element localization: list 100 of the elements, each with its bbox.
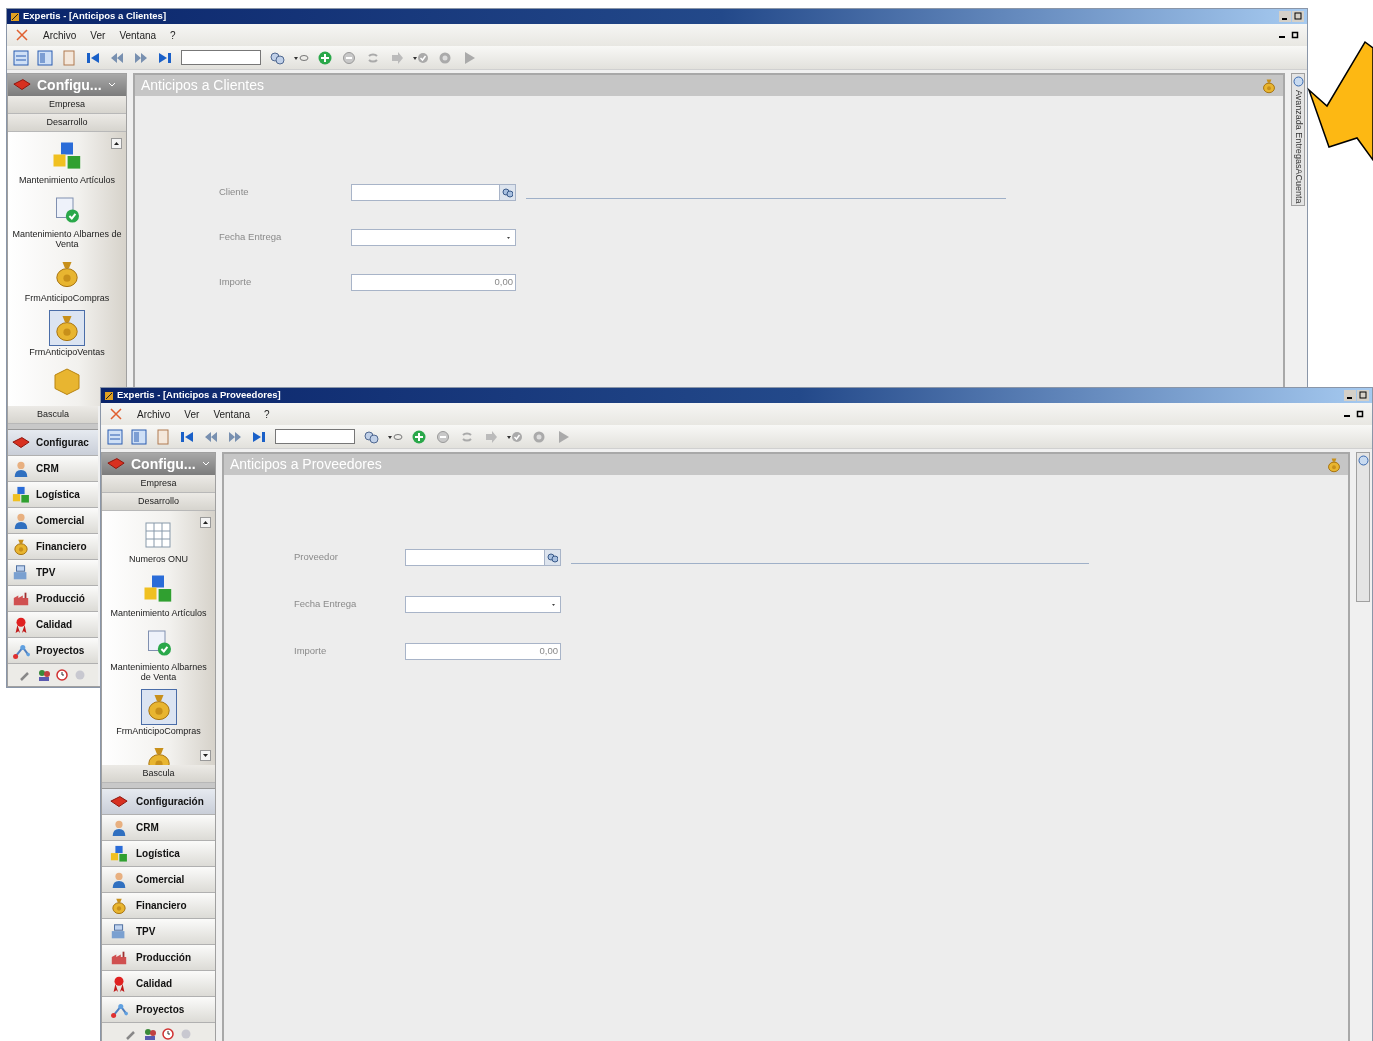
search-icon [1357, 455, 1369, 466]
module-button[interactable]: Comercial [102, 867, 215, 893]
item-icon-frame[interactable] [49, 309, 85, 346]
module-button[interactable]: Calidad [8, 612, 98, 638]
menu-item[interactable]: Ventana [119, 27, 157, 43]
box-icon [52, 366, 82, 397]
module-label: Proyectos [36, 644, 85, 658]
scroll-up-icon[interactable] [111, 138, 122, 149]
side-tab[interactable] [1356, 452, 1370, 602]
detail-view-icon[interactable] [37, 49, 53, 66]
item-label[interactable]: Mantenimiento Artículos [18, 176, 115, 186]
item-label[interactable]: FrmAnticipoCompras [116, 726, 201, 737]
add-icon[interactable] [317, 49, 333, 66]
module-button[interactable]: Calidad [102, 971, 215, 997]
side-tab[interactable]: Avanzada EntregasACuenta [1291, 73, 1305, 207]
field-label: Importe [219, 275, 253, 290]
group-button[interactable]: Desarrollo [102, 493, 215, 511]
maximize-icon[interactable] [1357, 390, 1369, 401]
search-field[interactable] [275, 429, 355, 444]
cubes-icon [12, 485, 30, 504]
group-button[interactable]: Bascula [8, 406, 98, 424]
search-icon[interactable] [502, 187, 513, 198]
people-icon[interactable] [142, 1027, 157, 1041]
menu-item[interactable]: Ver [90, 27, 106, 43]
module-button[interactable]: CRM [8, 456, 98, 482]
module-button[interactable]: Financiero [102, 893, 215, 919]
window-title: Expertis - [Anticipos a Proveedores] [117, 388, 281, 403]
item-label[interactable]: Mantenimiento Albarnes de Venta [105, 662, 212, 683]
number-field[interactable]: 0,00 [351, 274, 516, 291]
search-field[interactable] [181, 50, 261, 65]
module-button[interactable]: Configurac [8, 430, 98, 456]
people-icon[interactable] [37, 668, 51, 682]
add-icon[interactable] [411, 428, 427, 445]
module-button[interactable]: Comercial [8, 508, 98, 534]
page-icon[interactable] [155, 428, 171, 445]
list-view-icon[interactable] [13, 49, 29, 66]
field-label: Fecha Entrega [219, 230, 283, 245]
restore-icon[interactable] [1356, 410, 1364, 418]
group-button[interactable]: Desarrollo [8, 114, 126, 132]
item-label[interactable]: FrmAnticipoVentas [29, 347, 105, 358]
menu-item[interactable]: Archivo [137, 406, 171, 422]
clock-icon[interactable] [160, 1027, 175, 1041]
group-button[interactable]: Bascula [102, 765, 215, 783]
minimize-icon[interactable] [1344, 390, 1356, 401]
number-field[interactable]: 0,00 [405, 643, 561, 660]
person-icon [12, 459, 30, 478]
module-button[interactable]: Logística [102, 841, 215, 867]
module-button[interactable]: Financiero [8, 534, 98, 560]
money-bag-icon [110, 896, 128, 915]
maximize-icon[interactable] [1292, 11, 1304, 22]
window-title: Expertis - [Anticipos a Clientes] [23, 9, 167, 24]
module-button[interactable]: Proyectos [8, 638, 98, 664]
minimize-icon[interactable] [1279, 11, 1291, 22]
splitter-grip[interactable] [102, 783, 215, 789]
clock-icon[interactable] [55, 668, 69, 682]
module-button[interactable]: Producción [102, 945, 215, 971]
scroll-up-icon[interactable] [200, 517, 211, 528]
search-icon[interactable] [363, 428, 379, 445]
item-label[interactable]: Mantenimiento Artículos [110, 608, 207, 619]
navigation-title: Configu... [37, 75, 102, 95]
menu-item[interactable]: Archivo [43, 27, 77, 43]
module-label: Configuración [136, 795, 204, 809]
page-icon[interactable] [61, 49, 77, 66]
module-label: Comercial [36, 514, 85, 528]
app-logo-icon [10, 11, 20, 22]
date-field[interactable] [405, 596, 561, 613]
date-field[interactable] [351, 229, 516, 246]
search-icon[interactable] [269, 49, 285, 66]
module-button[interactable]: TPV [102, 919, 215, 945]
lookup-field[interactable] [351, 184, 516, 201]
module-button[interactable]: CRM [102, 815, 215, 841]
group-button[interactable]: Empresa [102, 475, 215, 493]
item-label[interactable]: Numeros ONU [129, 555, 188, 565]
remove-icon[interactable] [435, 428, 451, 445]
lookup-field[interactable] [405, 549, 561, 566]
restore-icon[interactable] [1291, 31, 1299, 39]
module-button[interactable]: Logística [8, 482, 98, 508]
menu-item[interactable]: ? [264, 406, 270, 422]
field-label: Fecha Entrega [294, 597, 358, 612]
item-label[interactable]: Mantenimiento Albarnes de Venta [11, 229, 123, 250]
module-button[interactable]: Producció [8, 586, 98, 612]
item-label[interactable]: FrmAnticipoCompras [24, 293, 110, 304]
detail-view-icon[interactable] [131, 428, 147, 445]
menu-item[interactable]: Ventana [213, 406, 251, 422]
module-button[interactable]: Proyectos [102, 997, 215, 1023]
menu-item[interactable]: Ver [184, 406, 200, 422]
splitter-grip[interactable] [8, 424, 98, 430]
module-button[interactable]: Configuración [102, 789, 215, 815]
search-icon[interactable] [547, 552, 558, 563]
module-label: Financiero [36, 540, 87, 554]
item-icon-frame[interactable] [140, 688, 177, 725]
remove-icon[interactable] [341, 49, 357, 66]
module-button[interactable]: TPV [8, 560, 98, 586]
list-view-icon[interactable] [107, 428, 123, 445]
scroll-down-icon[interactable] [200, 750, 211, 761]
module-label: Logística [36, 488, 80, 502]
chevron-icon[interactable] [107, 81, 116, 89]
menu-item[interactable]: ? [170, 27, 176, 43]
group-button[interactable]: Empresa [8, 96, 126, 114]
chevron-icon[interactable] [201, 460, 210, 468]
